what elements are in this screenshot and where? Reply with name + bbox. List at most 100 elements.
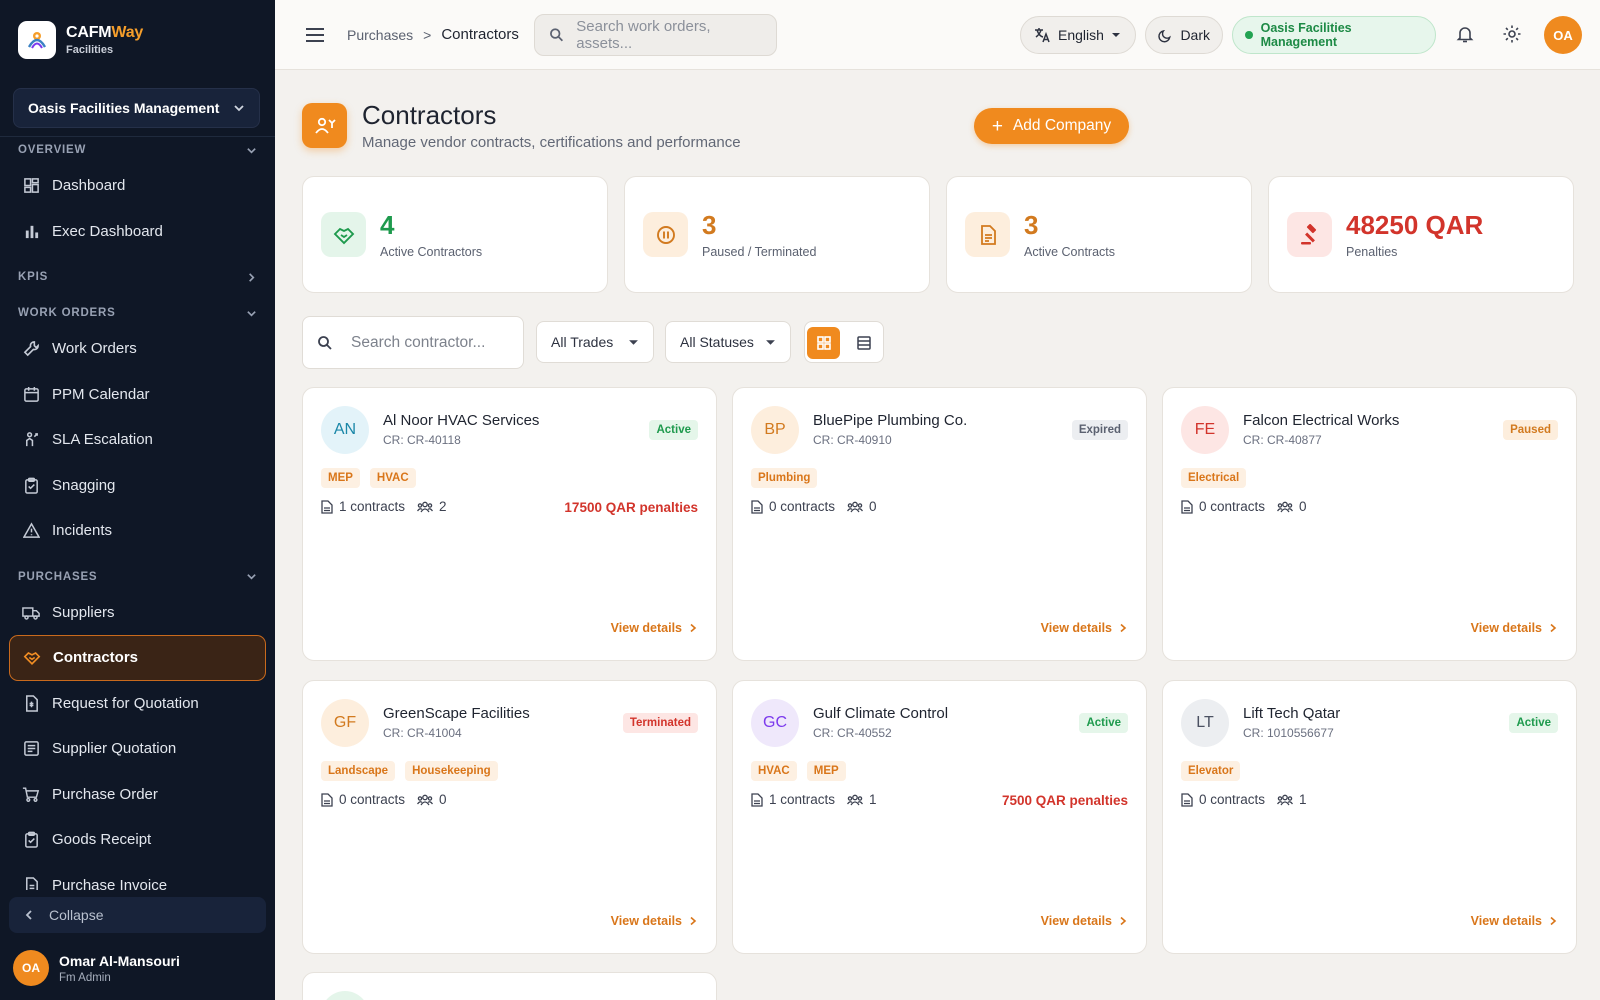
- translate-icon: [1035, 28, 1050, 43]
- avatar: GF: [321, 699, 369, 747]
- sidebar-item-sla-escalation[interactable]: SLA Escalation: [9, 417, 266, 463]
- theme-toggle[interactable]: Dark: [1145, 16, 1223, 54]
- trade-tag: Electrical: [1181, 468, 1247, 488]
- contractor-cr: CR: CR-40552: [813, 726, 892, 740]
- avatar: BP: [751, 406, 799, 454]
- wrench-icon: [21, 339, 41, 359]
- avatar: FE: [1181, 406, 1229, 454]
- language-selector[interactable]: English: [1020, 16, 1136, 54]
- trade-filter-dropdown[interactable]: All Trades: [536, 321, 654, 363]
- bell-icon[interactable]: [1455, 24, 1475, 49]
- contractor-card[interactable]: AN Al Noor HVAC Services CR: CR-40118 Ac…: [302, 387, 717, 661]
- status-filter-dropdown[interactable]: All Statuses: [665, 321, 791, 363]
- app-logo[interactable]: CAFMWay Facilities: [18, 20, 143, 60]
- logo-icon: [18, 21, 56, 59]
- sidebar-item-goods-receipt[interactable]: Goods Receipt: [9, 817, 266, 863]
- list-view-button[interactable]: [847, 327, 880, 359]
- avatar: LT: [1181, 699, 1229, 747]
- view-details-link[interactable]: View details: [1041, 914, 1128, 928]
- document-icon: [1181, 792, 1193, 807]
- contractor-card[interactable]: GC Gulf Climate Control CR: CR-40552 Act…: [732, 680, 1147, 954]
- global-search-input[interactable]: Search work orders, assets...: [534, 14, 777, 56]
- trade-tag: Elevator: [1181, 761, 1241, 781]
- contractor-card[interactable]: BP BluePipe Plumbing Co. CR: CR-40910 Ex…: [732, 387, 1147, 661]
- sidebar-item-work-orders[interactable]: Work Orders: [9, 326, 266, 372]
- document-icon: [751, 499, 763, 514]
- grid-view-button[interactable]: [807, 327, 840, 359]
- view-details-link[interactable]: View details: [1471, 914, 1558, 928]
- list-icon: [856, 336, 871, 350]
- status-badge: Expired: [1071, 420, 1128, 440]
- org-badge-label: Oasis Facilities Management: [1260, 21, 1352, 49]
- user-name: Omar Al-Mansouri: [59, 952, 180, 969]
- sidebar-item-ppm-calendar[interactable]: PPM Calendar: [9, 372, 266, 418]
- view-details-link[interactable]: View details: [611, 621, 698, 635]
- quote-document-icon: [21, 693, 41, 713]
- contractor-cr: CR: CR-40910: [813, 433, 892, 447]
- contractor-cr: CR: 1010556677: [1243, 726, 1334, 740]
- section-purchases[interactable]: PURCHASES: [0, 564, 275, 590]
- people-icon: [847, 794, 864, 805]
- contractor-card[interactable]: GF GreenScape Facilities CR: CR-41004 Te…: [302, 680, 717, 954]
- add-company-button[interactable]: + Add Company: [974, 108, 1129, 144]
- app-name: CAFMWay: [66, 23, 144, 41]
- org-badge[interactable]: Oasis Facilities Management: [1232, 16, 1436, 54]
- pause-icon: [643, 212, 688, 257]
- org-selector[interactable]: Oasis Facilities Management: [13, 88, 260, 128]
- topbar: Purchases > Contractors Search work orde…: [275, 0, 1600, 70]
- menu-icon[interactable]: [305, 25, 325, 50]
- avatar: [321, 991, 369, 1000]
- avatar[interactable]: OA: [1544, 16, 1582, 54]
- sidebar-item-purchase-invoice[interactable]: Purchase Invoice: [9, 863, 266, 890]
- chevron-down-icon: [247, 147, 256, 154]
- sidebar-item-rfq[interactable]: Request for Quotation: [9, 681, 266, 727]
- contracts-count: 1 contracts: [769, 792, 836, 807]
- collapse-button[interactable]: Collapse: [9, 897, 266, 933]
- chevron-left-icon: [25, 910, 32, 920]
- user-profile[interactable]: OA Omar Al-Mansouri Fm Admin: [13, 950, 180, 986]
- contractor-card[interactable]: FE Falcon Electrical Works CR: CR-40877 …: [1162, 387, 1577, 661]
- sidebar-item-suppliers[interactable]: Suppliers: [9, 590, 266, 636]
- view-details-link[interactable]: View details: [1041, 621, 1128, 635]
- status-filter-label: All Statuses: [680, 334, 754, 350]
- avatar: OA: [13, 950, 49, 986]
- contractor-cr: CR: CR-41004: [383, 726, 462, 740]
- breadcrumb-parent[interactable]: Purchases: [347, 27, 413, 43]
- view-toggle: [804, 321, 884, 363]
- view-details-link[interactable]: View details: [611, 914, 698, 928]
- sidebar-item-incidents[interactable]: Incidents: [9, 508, 266, 554]
- language-label: English: [1058, 27, 1104, 43]
- people-count: 0: [439, 792, 447, 807]
- chevron-right-icon: [690, 916, 697, 926]
- sidebar-item-purchase-order[interactable]: Purchase Order: [9, 772, 266, 818]
- contractor-cr: CR: CR-40877: [1243, 433, 1322, 447]
- document-icon: [965, 212, 1010, 257]
- status-badge: Active: [1079, 713, 1128, 733]
- sidebar-item-snagging[interactable]: Snagging: [9, 463, 266, 509]
- sidebar-item-exec-dashboard[interactable]: Exec Dashboard: [9, 209, 266, 255]
- contractor-name: Gulf Climate Control: [813, 705, 949, 722]
- section-work-orders[interactable]: WORK ORDERS: [0, 300, 275, 326]
- sidebar-item-dashboard[interactable]: Dashboard: [9, 163, 266, 209]
- list-document-icon: [21, 739, 41, 759]
- user-role: Fm Admin: [59, 971, 111, 984]
- people-count: 0: [1299, 499, 1307, 514]
- trade-tag: Landscape: [321, 761, 396, 781]
- sidebar-nav[interactable]: OVERVIEW Dashboard Exec Dashboard KPIS W…: [0, 136, 275, 890]
- sidebar-item-supplier-quotation[interactable]: Supplier Quotation: [9, 726, 266, 772]
- contractor-card[interactable]: LT Lift Tech Qatar CR: 1010556677 Active…: [1162, 680, 1577, 954]
- stat-label: Active Contractors: [380, 245, 483, 259]
- contractor-name: Lift Tech Qatar: [1243, 705, 1341, 722]
- gavel-icon: [1287, 212, 1332, 257]
- cart-icon: [21, 784, 41, 804]
- contracts-count: 1 contracts: [339, 499, 406, 514]
- section-kpis[interactable]: KPIS: [0, 264, 275, 290]
- sidebar-item-contractors[interactable]: Contractors: [9, 635, 266, 681]
- section-overview[interactable]: OVERVIEW: [0, 137, 275, 163]
- gear-icon[interactable]: [1502, 24, 1522, 49]
- app-subtitle: Facilities: [66, 43, 114, 56]
- view-details-link[interactable]: View details: [1471, 621, 1558, 635]
- contractors-page-icon: [302, 103, 347, 148]
- contractor-card[interactable]: [302, 972, 717, 1000]
- contractor-search-input[interactable]: Search contractor...: [302, 316, 524, 369]
